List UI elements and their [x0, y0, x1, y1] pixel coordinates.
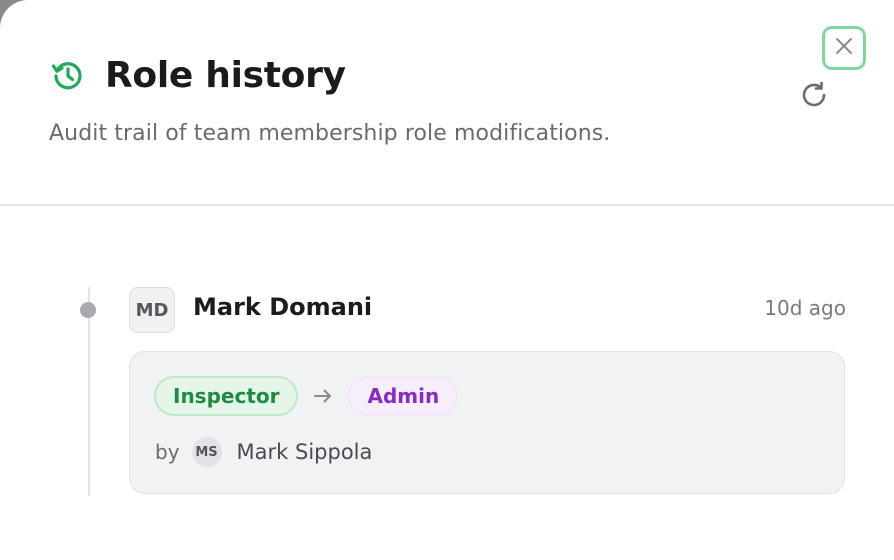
close-button[interactable] [822, 26, 866, 70]
timeline-dot [80, 302, 96, 318]
role-change-row: Inspector Admin [154, 376, 459, 416]
changed-by-row: by MS Mark Sippola [155, 437, 372, 467]
title-row: Role history [50, 55, 346, 96]
changed-by-avatar: MS [191, 437, 222, 467]
refresh-button[interactable] [797, 80, 831, 114]
role-change-card: Inspector Admin by MS Mark Sippola [129, 351, 845, 494]
timeline-line [88, 287, 90, 496]
refresh-icon [799, 80, 829, 114]
header-divider [0, 204, 894, 206]
entry-timestamp: 10d ago [764, 296, 846, 320]
page-subtitle: Audit trail of team membership role modi… [49, 121, 611, 146]
panel-header: Role history Audit trail of team members… [0, 0, 894, 205]
changed-by-label: by [155, 440, 180, 464]
new-role-badge: Admin [348, 376, 459, 416]
changed-by-name: Mark Sippola [236, 440, 373, 464]
previous-role-badge: Inspector [154, 376, 299, 416]
role-history-panel: Role history Audit trail of team members… [0, 0, 894, 560]
close-icon [833, 35, 855, 61]
member-name: Mark Domani [193, 293, 373, 321]
avatar: MD [129, 287, 175, 333]
history-icon [50, 58, 86, 94]
arrow-right-icon [312, 385, 334, 407]
page-title: Role history [105, 55, 346, 96]
